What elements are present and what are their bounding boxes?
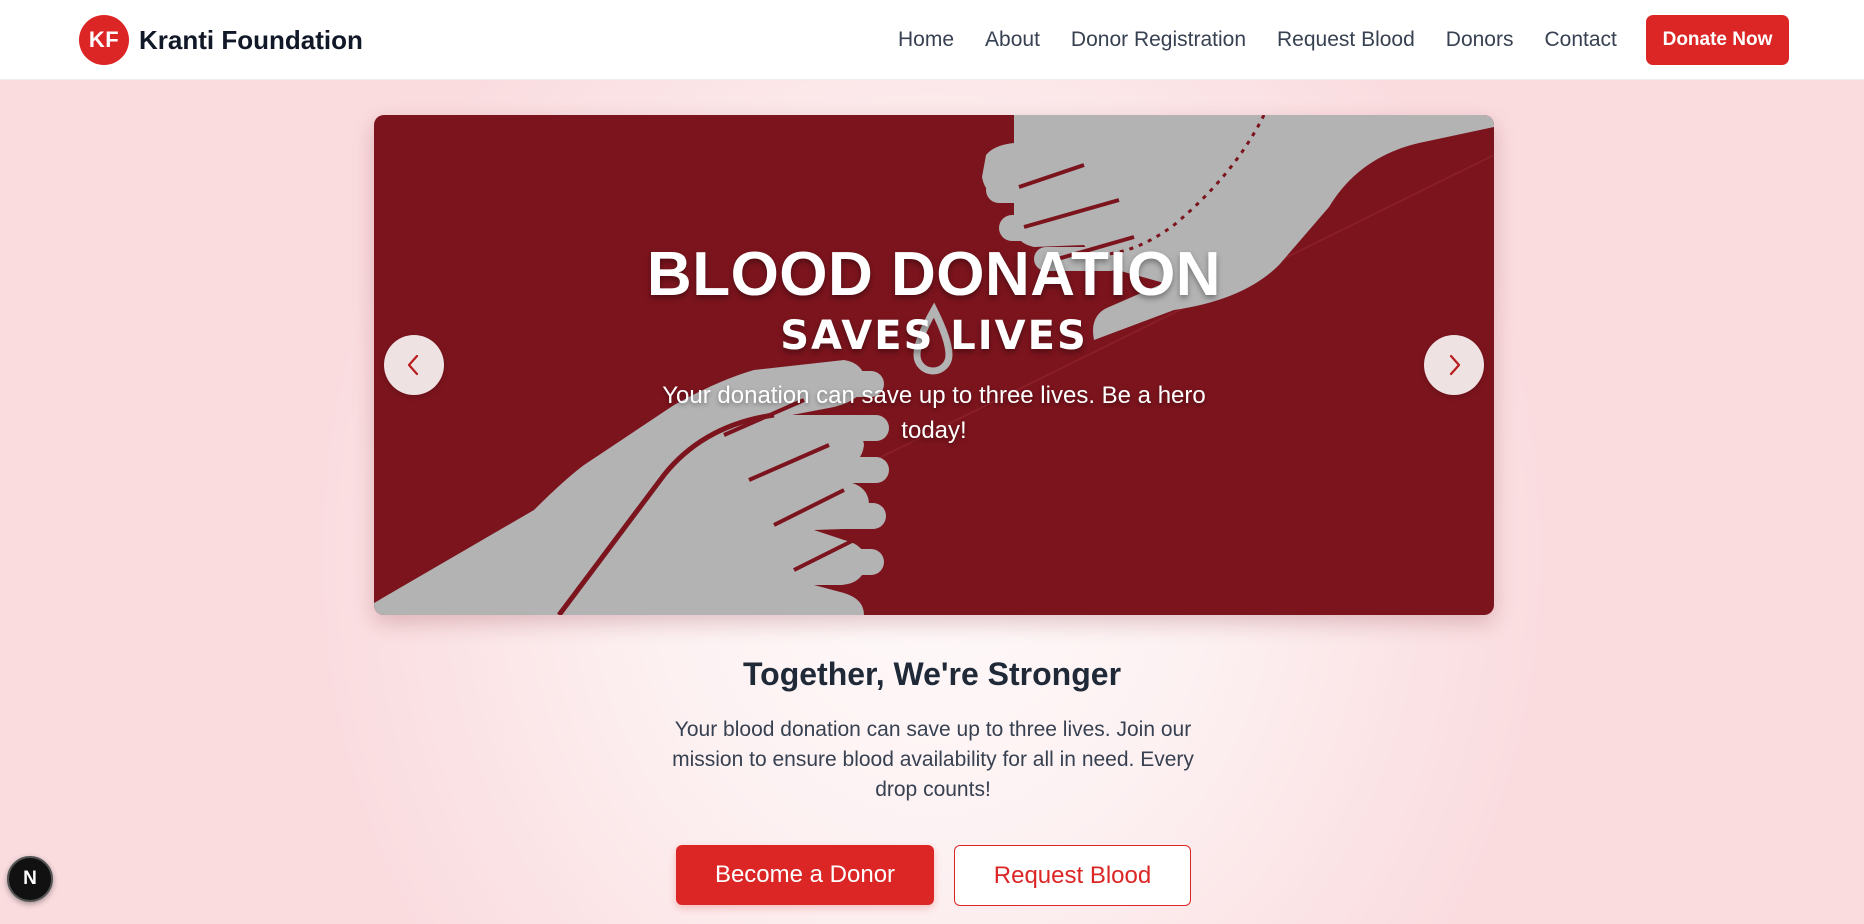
chevron-left-icon [407, 354, 419, 376]
hero-text: BLOOD DONATION SAVES LIVES Your donation… [374, 242, 1494, 448]
nav-link-donor-registration[interactable]: Donor Registration [1071, 24, 1246, 56]
become-donor-button[interactable]: Become a Donor [676, 845, 934, 905]
hero-carousel: BLOOD DONATION SAVES LIVES Your donation… [374, 115, 1494, 615]
donate-now-button[interactable]: Donate Now [1646, 15, 1789, 65]
logo[interactable]: KF [79, 15, 129, 65]
nav-link-request-blood[interactable]: Request Blood [1277, 24, 1415, 56]
nav-link-donors[interactable]: Donors [1446, 24, 1514, 56]
nav-link-contact[interactable]: Contact [1544, 24, 1616, 56]
hero-title: BLOOD DONATION [646, 240, 1222, 309]
main-nav: Home About Donor Registration Request Bl… [898, 24, 1648, 56]
dev-tools-badge[interactable]: N [7, 856, 53, 902]
brand[interactable]: KF Kranti Foundation [79, 15, 363, 65]
site-header: KF Kranti Foundation Home About Donor Re… [0, 0, 1864, 80]
hero-description: Your donation can save up to three lives… [662, 382, 1206, 444]
chevron-right-icon [1449, 354, 1461, 376]
mission-text: Your blood donation can save up to three… [672, 718, 1194, 801]
carousel-prev-button[interactable] [384, 335, 444, 395]
carousel-next-button[interactable] [1424, 335, 1484, 395]
hero-subtitle: SAVES LIVES [780, 313, 1088, 359]
nav-link-home[interactable]: Home [898, 24, 954, 56]
mission-title: Together, We're Stronger [742, 656, 1122, 692]
request-blood-button[interactable]: Request Blood [954, 845, 1191, 906]
brand-name[interactable]: Kranti Foundation [139, 25, 363, 56]
nav-link-about[interactable]: About [985, 24, 1040, 56]
